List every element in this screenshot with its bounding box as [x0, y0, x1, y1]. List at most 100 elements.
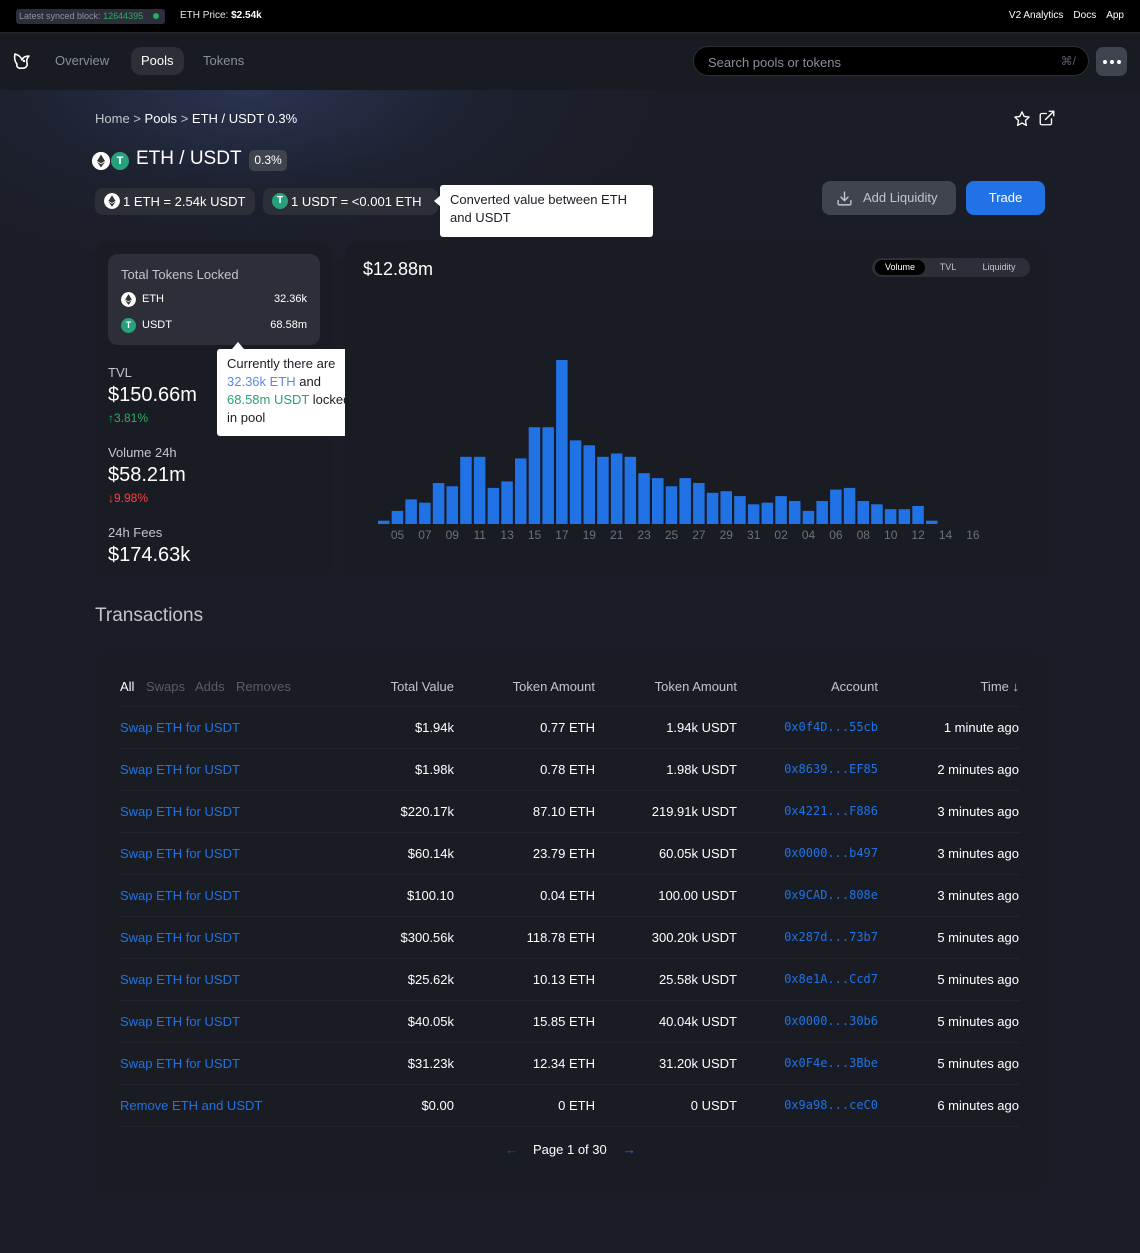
table-row[interactable]: Swap ETH for USDT $25.62k 10.13 ETH 25.58k … [120, 959, 1020, 1001]
tab-pools[interactable]: Pools [131, 47, 184, 75]
volume-bar[interactable] [734, 496, 746, 524]
header-token-amount-1[interactable]: Token Amount [655, 679, 737, 694]
table-row[interactable]: Swap ETH for USDT $31.23k 12.34 ETH 31.20k … [120, 1043, 1020, 1085]
volume-bar[interactable] [446, 486, 459, 524]
volume-bar[interactable] [912, 506, 924, 524]
volume-bar[interactable] [487, 487, 500, 524]
table-row[interactable]: Swap ETH for USDT $60.14k 23.79 ETH 60.05k … [120, 833, 1020, 875]
tab-overview[interactable]: Overview [45, 47, 119, 75]
volume-bar[interactable] [501, 481, 513, 524]
more-options-button[interactable] [1096, 47, 1127, 76]
volume-bar[interactable] [597, 456, 609, 524]
external-link-icon[interactable] [1038, 109, 1056, 127]
tx-type-link[interactable]: Swap ETH for USDT [120, 720, 240, 735]
volume-bar[interactable] [624, 456, 637, 524]
volume-bar[interactable] [610, 453, 623, 525]
volume-bar[interactable] [789, 501, 801, 524]
header-time[interactable]: Time ↓ [980, 679, 1019, 694]
table-row[interactable]: Swap ETH for USDT $40.05k 15.85 ETH 40.04k … [120, 1001, 1020, 1043]
toggle-tvl[interactable]: TVL [928, 260, 968, 275]
volume-bar[interactable] [884, 509, 897, 524]
tx-type-link[interactable]: Swap ETH for USDT [120, 1056, 240, 1071]
volume-bar[interactable] [432, 483, 445, 524]
prev-page-button[interactable]: ← [505, 1142, 518, 1157]
volume-bar[interactable] [569, 440, 582, 524]
toggle-liquidity[interactable]: Liquidity [971, 260, 1027, 275]
volume-bar[interactable] [898, 509, 911, 524]
volume-bar[interactable] [556, 360, 568, 524]
filter-all[interactable]: All [120, 679, 134, 694]
next-page-button[interactable]: → [623, 1142, 636, 1157]
volume-bar[interactable] [706, 492, 719, 524]
breadcrumb-pools[interactable]: Pools [145, 111, 178, 126]
table-row[interactable]: Swap ETH for USDT $300.56k 118.78 ETH 300.2… [120, 917, 1020, 959]
header-token-amount-0[interactable]: Token Amount [513, 679, 595, 694]
uniswap-logo-icon[interactable] [11, 50, 33, 72]
tx-account-link[interactable]: 0x4221...F886 [784, 804, 878, 818]
volume-bar[interactable] [542, 427, 554, 524]
link-v2-analytics[interactable]: V2 Analytics [1009, 10, 1063, 21]
usdt-rate-pill[interactable]: T 1 USDT = <0.001 ETH [263, 188, 438, 215]
volume-bar[interactable] [926, 520, 938, 524]
trade-button[interactable]: Trade [966, 181, 1045, 215]
volume-bar[interactable] [473, 456, 486, 524]
table-row[interactable]: Swap ETH for USDT $220.17k 87.10 ETH 219.91… [120, 791, 1020, 833]
eth-rate-pill[interactable]: 1 ETH = 2.54k USDT [95, 188, 255, 215]
link-app[interactable]: App [1106, 10, 1124, 21]
tx-account-link[interactable]: 0x0F4e...3Bbe [784, 1056, 878, 1070]
toggle-volume[interactable]: Volume [875, 260, 925, 275]
volume-bar[interactable] [802, 510, 815, 524]
header-total-value[interactable]: Total Value [391, 679, 454, 694]
tx-type-link[interactable]: Remove ETH and USDT [120, 1098, 262, 1113]
search-box[interactable]: ⌘/ [693, 46, 1089, 76]
volume-bar[interactable] [460, 456, 472, 524]
volume-bar[interactable] [747, 504, 760, 524]
filter-removes[interactable]: Removes [236, 679, 291, 694]
tx-account-link[interactable]: 0x9a98...ceC0 [784, 1098, 878, 1112]
header-account[interactable]: Account [831, 679, 878, 694]
volume-bar[interactable] [419, 502, 431, 524]
link-docs[interactable]: Docs [1073, 10, 1096, 21]
volume-bar[interactable] [679, 478, 691, 524]
volume-bar[interactable] [665, 486, 678, 524]
volume-bar[interactable] [857, 501, 870, 524]
search-input[interactable] [708, 53, 1038, 71]
table-row[interactable]: Swap ETH for USDT $100.10 0.04 ETH 100.00 U… [120, 875, 1020, 917]
volume-bar[interactable] [405, 499, 417, 524]
volume-bar[interactable] [720, 491, 733, 524]
tx-type-link[interactable]: Swap ETH for USDT [120, 930, 240, 945]
filter-adds[interactable]: Adds [195, 679, 225, 694]
volume-bar[interactable] [816, 501, 828, 524]
add-liquidity-button[interactable]: Add Liquidity [822, 181, 956, 215]
volume-bar[interactable] [528, 427, 541, 524]
volume-bar[interactable] [638, 473, 650, 524]
tx-account-link[interactable]: 0x0f4D...55cb [784, 720, 878, 734]
table-row[interactable]: Swap ETH for USDT $1.98k 0.78 ETH 1.98k USD… [120, 749, 1020, 791]
volume-bar[interactable] [515, 458, 527, 524]
volume-bar[interactable] [761, 502, 774, 524]
tx-type-link[interactable]: Swap ETH for USDT [120, 846, 240, 861]
table-row[interactable]: Swap ETH for USDT $1.94k 0.77 ETH 1.94k USD… [120, 707, 1020, 749]
filter-swaps[interactable]: Swaps [146, 679, 185, 694]
tab-tokens[interactable]: Tokens [193, 47, 254, 75]
tx-account-link[interactable]: 0x9CAD...808e [784, 888, 878, 902]
tx-type-link[interactable]: Swap ETH for USDT [120, 762, 240, 777]
volume-bar[interactable] [775, 496, 787, 524]
tx-account-link[interactable]: 0x8e1A...Ccd7 [784, 972, 878, 986]
volume-bar[interactable] [391, 510, 404, 524]
volume-bar[interactable] [583, 445, 596, 524]
volume-bar[interactable] [378, 520, 390, 524]
table-row[interactable]: Remove ETH and USDT $0.00 0 ETH 0 USDT 0x9a9… [120, 1085, 1020, 1127]
tx-type-link[interactable]: Swap ETH for USDT [120, 888, 240, 903]
volume-bar[interactable] [843, 487, 856, 524]
volume-bar[interactable] [871, 504, 883, 524]
tx-account-link[interactable]: 0x8639...EF85 [784, 762, 878, 776]
tx-account-link[interactable]: 0x0000...30b6 [784, 1014, 878, 1028]
tx-type-link[interactable]: Swap ETH for USDT [120, 972, 240, 987]
tx-type-link[interactable]: Swap ETH for USDT [120, 1014, 240, 1029]
breadcrumb-home[interactable]: Home [95, 111, 130, 126]
tx-type-link[interactable]: Swap ETH for USDT [120, 804, 240, 819]
volume-bar[interactable] [652, 478, 664, 524]
star-icon[interactable] [1013, 110, 1031, 128]
volume-bar[interactable] [693, 483, 705, 524]
